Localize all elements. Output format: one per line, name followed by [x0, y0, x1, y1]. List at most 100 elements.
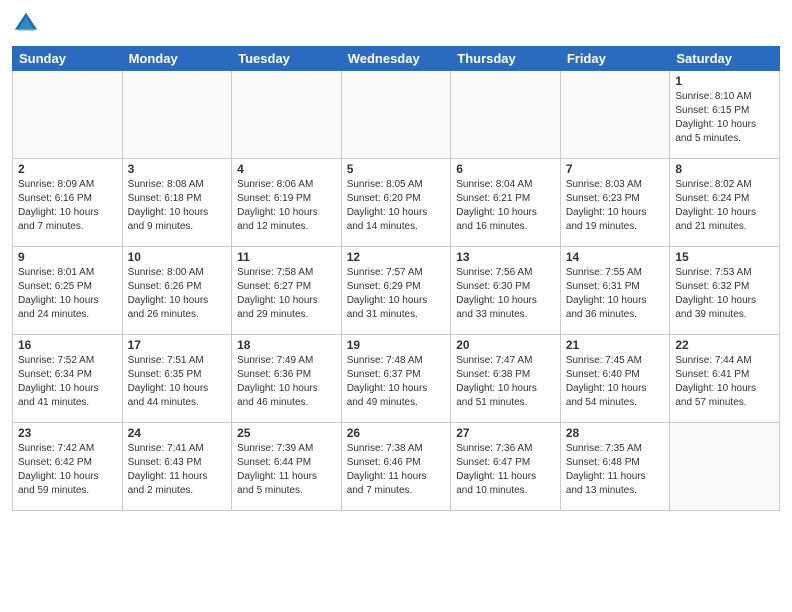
day-number: 12 — [347, 250, 446, 264]
calendar-cell: 27 Sunrise: 7:36 AM Sunset: 6:47 PM Dayli… — [451, 423, 561, 511]
calendar-cell: 20 Sunrise: 7:47 AM Sunset: 6:38 PM Dayli… — [451, 335, 561, 423]
day-number: 15 — [675, 250, 774, 264]
day-number: 6 — [456, 162, 555, 176]
day-info: Sunrise: 8:09 AM Sunset: 6:16 PM Dayligh… — [18, 178, 117, 234]
calendar-week-3: 9 Sunrise: 8:01 AM Sunset: 6:25 PM Daylig… — [13, 247, 780, 335]
weekday-header-sunday: Sunday — [13, 47, 123, 71]
calendar-cell: 15 Sunrise: 7:53 AM Sunset: 6:32 PM Dayli… — [670, 247, 780, 335]
calendar-cell: 6Sunrise: 8:04 AM Sunset: 6:21 PM Daylig… — [451, 159, 561, 247]
day-info: Sunrise: 7:58 AM Sunset: 6:27 PM Dayligh… — [237, 266, 336, 322]
day-number: 24 — [128, 426, 227, 440]
day-info: Sunrise: 7:57 AM Sunset: 6:29 PM Dayligh… — [347, 266, 446, 322]
calendar-cell — [560, 71, 670, 159]
calendar-cell: 23 Sunrise: 7:42 AM Sunset: 6:42 PM Dayli… — [13, 423, 123, 511]
calendar-cell — [122, 71, 232, 159]
day-info: Sunrise: 7:47 AM Sunset: 6:38 PM Dayligh… — [456, 354, 555, 410]
day-info: Sunrise: 7:45 AM Sunset: 6:40 PM Dayligh… — [566, 354, 665, 410]
day-number: 25 — [237, 426, 336, 440]
calendar-cell: 12 Sunrise: 7:57 AM Sunset: 6:29 PM Dayli… — [341, 247, 451, 335]
calendar-body: 1Sunrise: 8:10 AM Sunset: 6:15 PM Daylig… — [13, 71, 780, 511]
day-number: 10 — [128, 250, 227, 264]
day-info: Sunrise: 8:10 AM Sunset: 6:15 PM Dayligh… — [675, 90, 774, 146]
calendar-cell: 16 Sunrise: 7:52 AM Sunset: 6:34 PM Dayli… — [13, 335, 123, 423]
logo — [12, 10, 44, 38]
day-info: Sunrise: 7:49 AM Sunset: 6:36 PM Dayligh… — [237, 354, 336, 410]
calendar-cell — [341, 71, 451, 159]
day-number: 18 — [237, 338, 336, 352]
day-info: Sunrise: 7:51 AM Sunset: 6:35 PM Dayligh… — [128, 354, 227, 410]
day-info: Sunrise: 8:02 AM Sunset: 6:24 PM Dayligh… — [675, 178, 774, 234]
day-number: 16 — [18, 338, 117, 352]
calendar-cell: 9 Sunrise: 8:01 AM Sunset: 6:25 PM Daylig… — [13, 247, 123, 335]
calendar-cell: 11 Sunrise: 7:58 AM Sunset: 6:27 PM Dayli… — [232, 247, 342, 335]
day-number: 23 — [18, 426, 117, 440]
day-number: 27 — [456, 426, 555, 440]
calendar-cell: 10 Sunrise: 8:00 AM Sunset: 6:26 PM Dayli… — [122, 247, 232, 335]
weekday-header-tuesday: Tuesday — [232, 47, 342, 71]
calendar-cell: 4 Sunrise: 8:06 AM Sunset: 6:19 PM Daylig… — [232, 159, 342, 247]
day-info: Sunrise: 8:08 AM Sunset: 6:18 PM Dayligh… — [128, 178, 227, 234]
calendar-cell: 22 Sunrise: 7:44 AM Sunset: 6:41 PM Dayli… — [670, 335, 780, 423]
day-number: 26 — [347, 426, 446, 440]
calendar-cell: 5Sunrise: 8:05 AM Sunset: 6:20 PM Daylig… — [341, 159, 451, 247]
day-number: 3 — [128, 162, 227, 176]
day-number: 14 — [566, 250, 665, 264]
calendar-week-1: 1Sunrise: 8:10 AM Sunset: 6:15 PM Daylig… — [13, 71, 780, 159]
weekday-header-wednesday: Wednesday — [341, 47, 451, 71]
day-info: Sunrise: 7:39 AM Sunset: 6:44 PM Dayligh… — [237, 442, 336, 498]
day-info: Sunrise: 7:35 AM Sunset: 6:48 PM Dayligh… — [566, 442, 665, 498]
calendar-cell: 24 Sunrise: 7:41 AM Sunset: 6:43 PM Dayli… — [122, 423, 232, 511]
day-number: 19 — [347, 338, 446, 352]
calendar-cell: 1Sunrise: 8:10 AM Sunset: 6:15 PM Daylig… — [670, 71, 780, 159]
calendar-cell: 13 Sunrise: 7:56 AM Sunset: 6:30 PM Dayli… — [451, 247, 561, 335]
calendar-cell: 17 Sunrise: 7:51 AM Sunset: 6:35 PM Dayli… — [122, 335, 232, 423]
header — [12, 10, 780, 38]
calendar-cell: 26 Sunrise: 7:38 AM Sunset: 6:46 PM Dayli… — [341, 423, 451, 511]
day-info: Sunrise: 7:42 AM Sunset: 6:42 PM Dayligh… — [18, 442, 117, 498]
calendar-cell: 18 Sunrise: 7:49 AM Sunset: 6:36 PM Dayli… — [232, 335, 342, 423]
calendar-cell — [13, 71, 123, 159]
weekday-header-friday: Friday — [560, 47, 670, 71]
day-info: Sunrise: 7:48 AM Sunset: 6:37 PM Dayligh… — [347, 354, 446, 410]
calendar-week-4: 16 Sunrise: 7:52 AM Sunset: 6:34 PM Dayli… — [13, 335, 780, 423]
calendar-cell — [670, 423, 780, 511]
calendar-header: SundayMondayTuesdayWednesdayThursdayFrid… — [13, 47, 780, 71]
day-number: 17 — [128, 338, 227, 352]
weekday-header-saturday: Saturday — [670, 47, 780, 71]
calendar-cell: 3 Sunrise: 8:08 AM Sunset: 6:18 PM Daylig… — [122, 159, 232, 247]
calendar-cell: 8Sunrise: 8:02 AM Sunset: 6:24 PM Daylig… — [670, 159, 780, 247]
day-number: 20 — [456, 338, 555, 352]
calendar-cell: 21 Sunrise: 7:45 AM Sunset: 6:40 PM Dayli… — [560, 335, 670, 423]
day-number: 28 — [566, 426, 665, 440]
calendar-cell: 19 Sunrise: 7:48 AM Sunset: 6:37 PM Dayli… — [341, 335, 451, 423]
page-container: SundayMondayTuesdayWednesdayThursdayFrid… — [0, 0, 792, 517]
day-info: Sunrise: 7:52 AM Sunset: 6:34 PM Dayligh… — [18, 354, 117, 410]
day-number: 21 — [566, 338, 665, 352]
day-number: 22 — [675, 338, 774, 352]
day-number: 9 — [18, 250, 117, 264]
day-info: Sunrise: 7:36 AM Sunset: 6:47 PM Dayligh… — [456, 442, 555, 498]
day-info: Sunrise: 8:03 AM Sunset: 6:23 PM Dayligh… — [566, 178, 665, 234]
calendar-cell: 7 Sunrise: 8:03 AM Sunset: 6:23 PM Daylig… — [560, 159, 670, 247]
day-info: Sunrise: 7:44 AM Sunset: 6:41 PM Dayligh… — [675, 354, 774, 410]
logo-icon — [12, 10, 40, 38]
day-number: 2 — [18, 162, 117, 176]
day-info: Sunrise: 8:06 AM Sunset: 6:19 PM Dayligh… — [237, 178, 336, 234]
day-number: 13 — [456, 250, 555, 264]
day-info: Sunrise: 8:05 AM Sunset: 6:20 PM Dayligh… — [347, 178, 446, 234]
day-info: Sunrise: 7:56 AM Sunset: 6:30 PM Dayligh… — [456, 266, 555, 322]
calendar-week-2: 2 Sunrise: 8:09 AM Sunset: 6:16 PM Daylig… — [13, 159, 780, 247]
day-number: 11 — [237, 250, 336, 264]
day-info: Sunrise: 7:38 AM Sunset: 6:46 PM Dayligh… — [347, 442, 446, 498]
calendar-week-5: 23 Sunrise: 7:42 AM Sunset: 6:42 PM Dayli… — [13, 423, 780, 511]
day-info: Sunrise: 8:00 AM Sunset: 6:26 PM Dayligh… — [128, 266, 227, 322]
calendar-cell — [451, 71, 561, 159]
calendar-cell: 2 Sunrise: 8:09 AM Sunset: 6:16 PM Daylig… — [13, 159, 123, 247]
day-info: Sunrise: 8:01 AM Sunset: 6:25 PM Dayligh… — [18, 266, 117, 322]
day-info: Sunrise: 7:41 AM Sunset: 6:43 PM Dayligh… — [128, 442, 227, 498]
day-number: 4 — [237, 162, 336, 176]
day-info: Sunrise: 7:55 AM Sunset: 6:31 PM Dayligh… — [566, 266, 665, 322]
day-number: 7 — [566, 162, 665, 176]
weekday-row: SundayMondayTuesdayWednesdayThursdayFrid… — [13, 47, 780, 71]
day-info: Sunrise: 7:53 AM Sunset: 6:32 PM Dayligh… — [675, 266, 774, 322]
